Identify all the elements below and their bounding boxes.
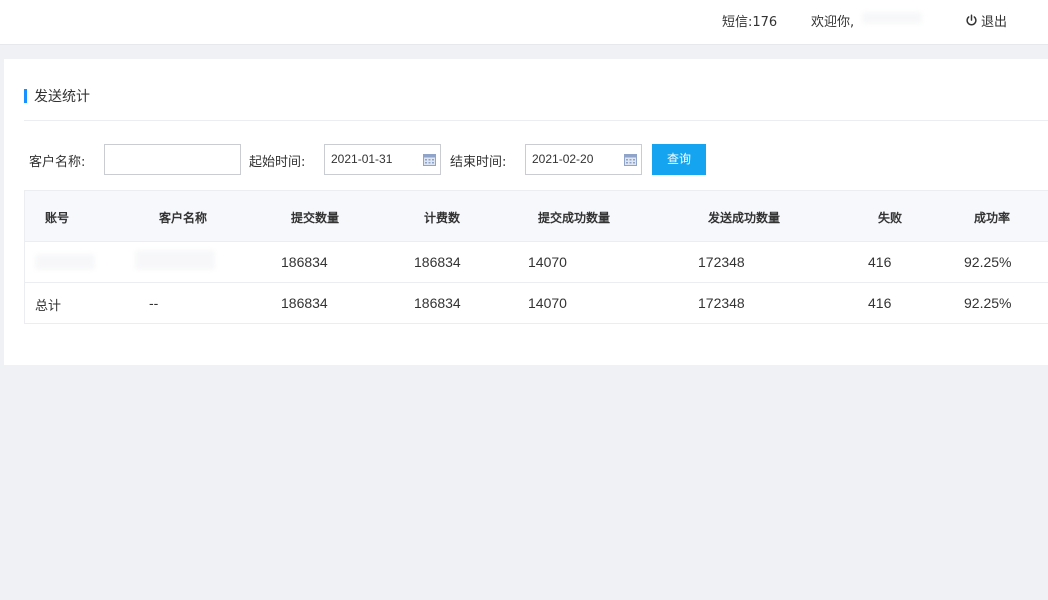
account-redacted [35, 254, 95, 270]
stats-panel: 发送统计 客户名称: 起始时间: 2021-01-31 结束时间: 2021-0… [4, 59, 1048, 365]
column-header-submit-success: 提交成功数量 [538, 211, 611, 225]
power-icon [966, 14, 977, 26]
start-date-input[interactable]: 2021-01-31 [324, 144, 441, 175]
stats-table: 账号 客户名称 提交数量 计费数 提交成功数量 发送成功数量 失败 成功率 18… [24, 190, 1048, 324]
column-header-send-success: 发送成功数量 [708, 211, 781, 225]
start-time-label: 起始时间: [249, 155, 306, 170]
query-button[interactable]: 查询 [652, 144, 706, 175]
customer-redacted [135, 250, 215, 270]
calendar-icon[interactable] [423, 153, 436, 166]
cell-submitted: 186834 [281, 254, 328, 270]
column-header-account: 账号 [45, 211, 70, 225]
column-header-success-rate: 成功率 [974, 211, 1011, 225]
column-header-billed: 计费数 [424, 211, 461, 225]
column-header-failed: 失败 [878, 211, 903, 225]
sms-count: 短信:176 [722, 15, 778, 30]
cell-customer: -- [149, 295, 159, 311]
end-time-label: 结束时间: [450, 155, 507, 170]
customer-name-input[interactable] [104, 144, 241, 175]
welcome-text: 欢迎你, [811, 15, 855, 30]
calendar-icon[interactable] [624, 153, 637, 166]
cell-total-label: 总计 [35, 299, 62, 314]
cell-success-rate: 92.25% [964, 254, 1012, 270]
logout-button[interactable]: 退出 [965, 11, 1007, 30]
logout-label: 退出 [981, 15, 1008, 30]
cell-submit-success: 14070 [528, 254, 567, 270]
table-header: 账号 客户名称 提交数量 计费数 提交成功数量 发送成功数量 失败 成功率 [25, 191, 1048, 242]
username-redacted [862, 12, 922, 24]
cell-billed: 186834 [414, 295, 461, 311]
end-date-value: 2021-02-20 [532, 152, 594, 166]
column-header-submitted: 提交数量 [291, 211, 340, 225]
cell-billed: 186834 [414, 254, 461, 270]
title-accent-bar [24, 89, 27, 103]
column-header-customer: 客户名称 [159, 211, 208, 225]
page-title: 发送统计 [24, 87, 90, 105]
cell-submit-success: 14070 [528, 295, 567, 311]
table-row: 186834 186834 14070 172348 416 92.25% [25, 242, 1048, 283]
page-title-text: 发送统计 [34, 89, 90, 105]
cell-send-success: 172348 [698, 295, 745, 311]
start-date-value: 2021-01-31 [331, 152, 393, 166]
end-date-input[interactable]: 2021-02-20 [525, 144, 642, 175]
divider [24, 120, 1048, 121]
cell-failed: 416 [868, 295, 892, 311]
cell-send-success: 172348 [698, 254, 745, 270]
cell-success-rate: 92.25% [964, 295, 1012, 311]
cell-failed: 416 [868, 254, 892, 270]
top-bar: 短信:176 欢迎你, 退出 [0, 0, 1048, 45]
table-row-total: 总计 -- 186834 186834 14070 172348 416 92.… [25, 283, 1048, 324]
cell-submitted: 186834 [281, 295, 328, 311]
customer-name-label: 客户名称: [29, 155, 86, 170]
